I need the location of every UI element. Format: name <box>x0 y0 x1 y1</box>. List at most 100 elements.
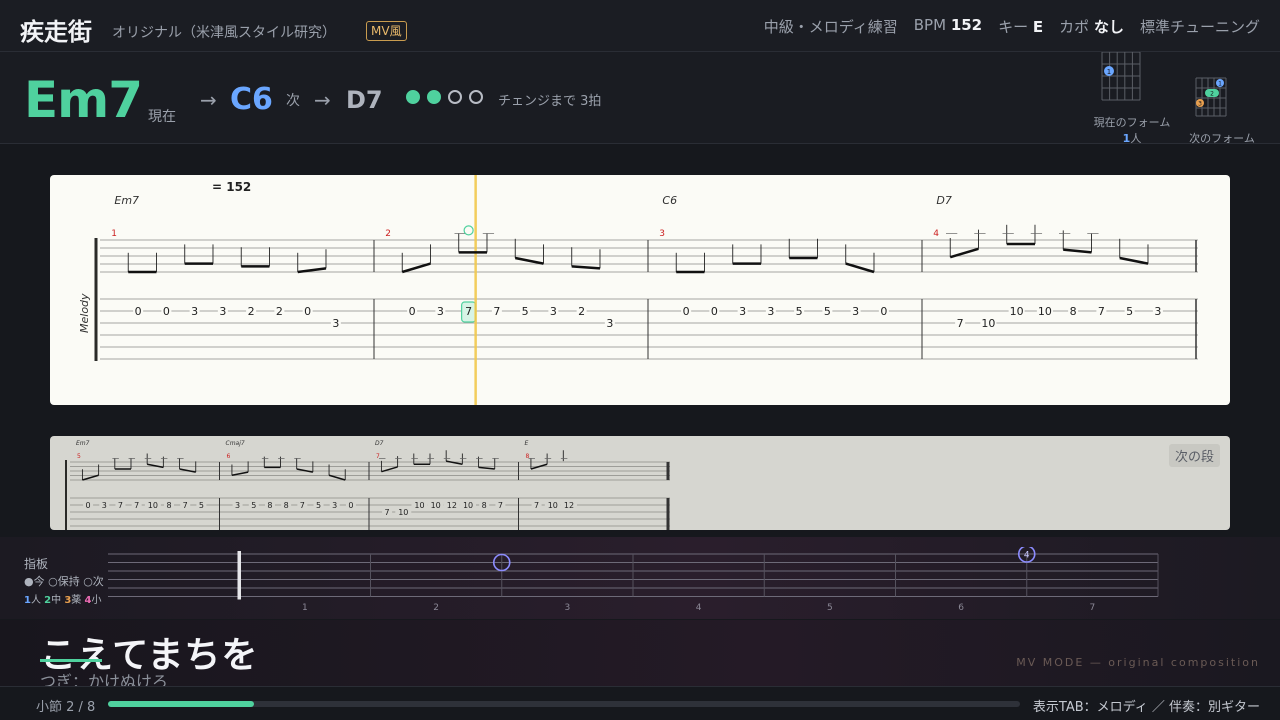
next-stage-staff: 5 Em7 0 3 7 7 10 8 7 5 6 Cmaj7 3 5 8 8 7 5 3 0 7 D7 7 10 10 10 12 1… <box>65 440 670 530</box>
tab-note: 3 <box>191 305 198 318</box>
note-beam <box>1063 248 1092 254</box>
tab-note: 0 <box>304 305 311 318</box>
note-beam <box>328 474 346 481</box>
tuning-label: 標準チューニング <box>1139 18 1260 36</box>
fretboard-diagram: 1 2 3 4 5 6 7 4 <box>108 547 1159 613</box>
tab-note: 0 <box>163 305 170 318</box>
chord-symbol: Em7 <box>114 194 139 207</box>
tab-note: 0 <box>135 305 142 318</box>
song-subtitle: オリジナル（米津風スタイル研究） <box>112 25 336 41</box>
measure-number: 8 <box>526 453 530 460</box>
fretboard-marker-label: 4 <box>1024 551 1030 561</box>
fret-number: 1 <box>302 603 308 613</box>
finger-dot-label: 3 <box>1198 101 1202 108</box>
tab-note: 8 <box>166 501 171 510</box>
tab-note: 5 <box>796 305 803 318</box>
tab-note: 3 <box>1154 305 1161 318</box>
next-chord-label: 次 <box>286 93 300 109</box>
tab-score: = 152 Melody 1 Em7 0 0 3 3 2 2 0 3 2 0 3 7 7 5 3 2 3 3 C6 0 0 3 3 5… <box>50 175 1230 405</box>
change-countdown: チェンジまで 3拍 <box>498 94 602 109</box>
tab-note: 7 <box>1098 305 1105 318</box>
chord-symbol: E <box>525 440 529 447</box>
next-form-label: 次のフォーム <box>1189 132 1255 145</box>
tab-note: 7 <box>493 305 500 318</box>
tab-note: 3 <box>550 305 557 318</box>
tab-note: 0 <box>683 305 690 318</box>
current-chord-label: 現在 <box>148 109 176 125</box>
tab-note: 10 <box>981 317 995 330</box>
tab-note: 5 <box>251 501 256 510</box>
tab-note: 3 <box>332 501 337 510</box>
tab-note: 0 <box>880 305 887 318</box>
measure-number: 5 <box>77 453 81 460</box>
tempo-marking: = 152 <box>212 180 251 194</box>
note-beam <box>296 468 314 473</box>
tab-note: 5 <box>824 305 831 318</box>
song-progress-bar[interactable] <box>108 701 1020 707</box>
tab-note: 3 <box>852 305 859 318</box>
tab-note: 8 <box>482 501 487 510</box>
fret-number: 6 <box>958 603 964 613</box>
tab-note: 8 <box>267 501 272 510</box>
note-beam <box>1119 256 1149 265</box>
next-stage-label: 次の段 <box>1168 444 1220 467</box>
note-beam <box>478 466 495 470</box>
arrow-right-icon: → <box>314 88 331 112</box>
tab-staff: = 152 Melody 1 Em7 0 0 3 3 2 2 0 3 2 0 3 7 7 5 3 2 3 3 C6 0 0 3 3 5… <box>78 175 1198 405</box>
beat-dot <box>427 90 441 104</box>
note-beam <box>179 468 196 473</box>
note-beam <box>514 256 544 265</box>
chord-symbol: D7 <box>375 440 384 447</box>
tab-note: 2 <box>248 305 255 318</box>
tab-note: 10 <box>398 508 408 517</box>
tab-note: 2 <box>276 305 283 318</box>
measure-number: 4 <box>933 229 939 239</box>
tab-note: 3 <box>235 501 240 510</box>
measure-number: 6 <box>227 453 231 460</box>
measure-number: 3 <box>659 229 665 239</box>
song-progress-fill <box>108 701 254 707</box>
tab-note: 3 <box>219 305 226 318</box>
beat-dot <box>448 90 462 104</box>
song-title: 疾走街 <box>20 18 92 46</box>
chord-symbol: Cmaj7 <box>226 440 245 447</box>
fret-number: 5 <box>827 603 833 613</box>
footer-bar: 小節 2 / 8 表示TAB：メロディ ／ 伴奏：別ギター <box>0 686 1280 720</box>
mv-mode-label: MV MODE — original composition <box>1016 656 1260 669</box>
note-beam <box>446 460 463 465</box>
chord-bar: Em7 現在 → C6 次 → D7 チェンジまで 3拍 1 現在のフォーム 1… <box>0 52 1280 145</box>
tab-note: 7 <box>385 508 390 517</box>
tab-note: 0 <box>409 305 416 318</box>
mv-badge: MV風 <box>366 21 407 41</box>
current-form-diagram: 1 <box>1101 52 1141 101</box>
fret-number: 7 <box>1090 603 1096 613</box>
tab-note: 5 <box>199 501 204 510</box>
tab-note: 10 <box>1010 305 1024 318</box>
header-bar: 疾走街 オリジナル（米津風スタイル研究） MV風 中級・メロディ練習 BPM 1… <box>0 0 1280 52</box>
lyrics-panel: こえてまちを つぎ：かけぬけろ MV MODE — original compo… <box>0 620 1280 691</box>
chord-symbol: D7 <box>936 194 951 207</box>
finger-legend: 1人 2中 3薬 4小 <box>24 595 102 606</box>
next-form-diagram: 1 2 3 <box>1195 77 1227 117</box>
beat-dot <box>406 90 420 104</box>
tab-note: 0 <box>348 501 353 510</box>
next-stage-preview: 5 Em7 0 3 7 7 10 8 7 5 6 Cmaj7 3 5 8 8 7 5 3 0 7 D7 7 10 10 10 12 1… <box>50 436 1230 530</box>
tab-note: 3 <box>437 305 444 318</box>
note-beam <box>82 474 99 481</box>
finger-dot-label: 1 <box>1218 81 1222 88</box>
tab-note: 10 <box>148 501 158 510</box>
capo-info: カポ なし <box>1059 18 1124 36</box>
arrow-right-icon: → <box>200 88 217 112</box>
tab-note: 7 <box>300 501 305 510</box>
level-label: 中級・メロディ練習 <box>763 18 898 36</box>
tab-note: 5 <box>1126 305 1133 318</box>
tab-note: 5 <box>522 305 529 318</box>
track-name: Melody <box>78 293 91 333</box>
lyric-progress-underline <box>40 659 102 662</box>
next-chord: C6 <box>230 82 273 117</box>
chord-symbol: C6 <box>662 194 677 207</box>
current-notehead-marker <box>463 225 474 236</box>
note-beam <box>845 262 875 274</box>
tab-note: 8 <box>1070 305 1077 318</box>
tab-note: 3 <box>606 317 613 330</box>
